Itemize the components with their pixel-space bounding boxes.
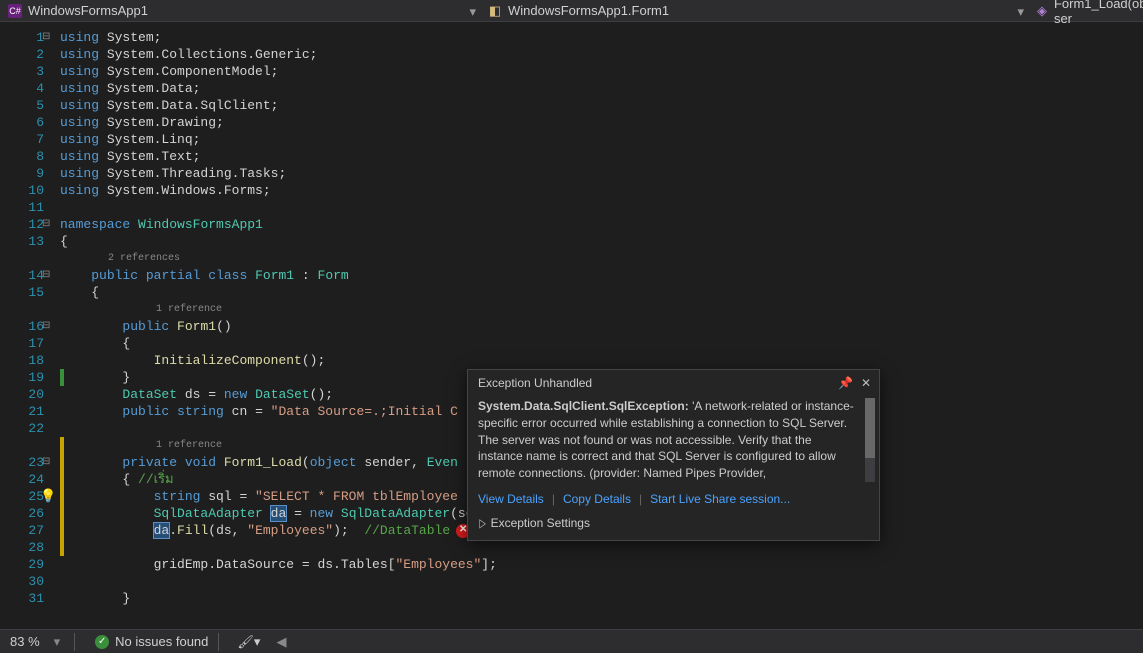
- check-icon: ✓: [95, 635, 109, 649]
- pin-icon[interactable]: 📌: [838, 376, 853, 390]
- change-marker: [60, 437, 64, 556]
- lightbulb-icon[interactable]: 💡: [40, 488, 56, 504]
- live-share-link[interactable]: Start Live Share session...: [650, 492, 790, 506]
- project-label: WindowsFormsApp1: [28, 3, 148, 18]
- method-icon: ◈: [1036, 4, 1048, 18]
- saved-marker: [60, 369, 64, 386]
- chevron-right-icon: ▷: [479, 516, 485, 530]
- chevron-down-icon: ▾: [469, 4, 476, 20]
- popup-title: Exception Unhandled: [478, 376, 592, 390]
- exception-popup: Exception Unhandled 📌 ✕ System.Data.SqlC…: [467, 369, 880, 541]
- class-dropdown[interactable]: ◧ WindowsFormsApp1.Form1 ▾: [480, 0, 1028, 21]
- nav-back-icon[interactable]: ◀: [268, 634, 294, 650]
- close-icon[interactable]: ✕: [861, 376, 871, 390]
- view-details-link[interactable]: View Details: [478, 492, 544, 506]
- member-dropdown[interactable]: ◈ Form1_Load(object ser: [1028, 0, 1143, 21]
- chevron-down-icon: ▾: [1017, 4, 1024, 20]
- exception-settings-expander[interactable]: ▷ Exception Settings: [468, 512, 879, 540]
- codelens-references[interactable]: 2 references: [60, 250, 1143, 267]
- line-number-gutter: 1234567891011121314151617181920212223242…: [0, 22, 60, 629]
- csharp-icon: C#: [8, 4, 22, 18]
- exception-type: System.Data.SqlClient.SqlException:: [478, 399, 689, 413]
- status-bar: 83 % ▾ ✓ No issues found 🖌▾ ◀: [0, 629, 1143, 653]
- brush-icon[interactable]: 🖌▾: [229, 634, 268, 650]
- class-label: WindowsFormsApp1.Form1: [508, 3, 669, 18]
- chevron-down-icon[interactable]: ▾: [50, 634, 65, 650]
- zoom-level[interactable]: 83 %: [0, 634, 50, 649]
- codelens-references[interactable]: 1 reference: [60, 301, 1143, 318]
- scrollbar[interactable]: [865, 398, 875, 482]
- copy-details-link[interactable]: Copy Details: [563, 492, 631, 506]
- class-icon: ◧: [488, 4, 502, 18]
- error-status[interactable]: ✓ No issues found: [85, 634, 208, 649]
- project-dropdown[interactable]: C# WindowsFormsApp1 ▾: [0, 0, 480, 21]
- navigation-bar: C# WindowsFormsApp1 ▾ ◧ WindowsFormsApp1…: [0, 0, 1143, 22]
